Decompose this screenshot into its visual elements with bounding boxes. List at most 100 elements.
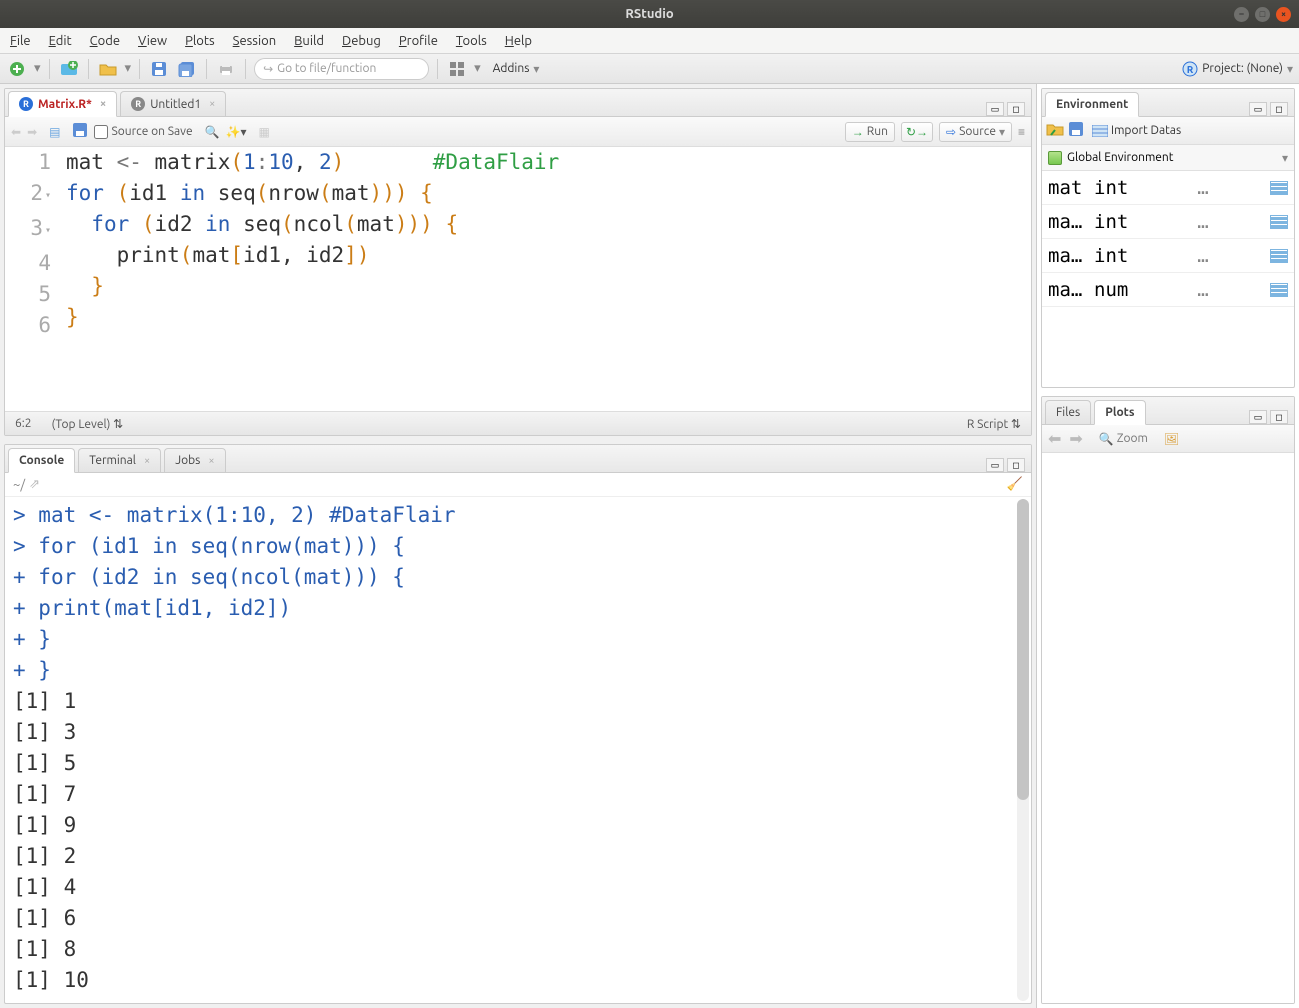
rerun-button[interactable]: ↻→	[901, 122, 933, 142]
close-tab-icon[interactable]: ×	[209, 98, 215, 110]
tab-plots[interactable]: Plots	[1094, 400, 1145, 425]
export-plot-icon[interactable]: 🖼	[1164, 432, 1179, 446]
goto-placeholder: Go to file/function	[277, 62, 376, 75]
search-icon[interactable]: 🔍	[205, 125, 220, 139]
cursor-position: 6:2	[15, 417, 32, 430]
tab-environment[interactable]: Environment	[1045, 92, 1139, 117]
window-controls: – □ ×	[1234, 7, 1291, 22]
next-plot-icon[interactable]: ➡	[1069, 429, 1082, 448]
tab-untitled1[interactable]: R Untitled1 ×	[120, 91, 226, 116]
run-button[interactable]: →Run	[845, 122, 895, 142]
new-file-icon[interactable]	[6, 58, 28, 80]
save-icon[interactable]	[148, 58, 170, 80]
tab-matrix-r[interactable]: R Matrix.R* ×	[8, 91, 117, 117]
pane-minimize-icon[interactable]: ▭	[1249, 410, 1267, 424]
env-variable-row[interactable]: ma…num…	[1042, 273, 1294, 307]
menu-plots[interactable]: Plots	[185, 34, 215, 48]
tab-jobs[interactable]: Jobs×	[164, 448, 225, 472]
scrollbar[interactable]	[1017, 499, 1029, 1001]
menu-help[interactable]: Help	[505, 34, 532, 48]
menu-code[interactable]: Code	[90, 34, 120, 48]
minimize-icon[interactable]: –	[1234, 7, 1249, 22]
close-tab-icon[interactable]: ×	[208, 455, 214, 467]
titlebar: RStudio – □ ×	[0, 0, 1299, 28]
pane-maximize-icon[interactable]: ◻	[1270, 410, 1288, 424]
chevron-down-icon[interactable]: ▾	[34, 61, 41, 76]
close-tab-icon[interactable]: ×	[100, 98, 106, 110]
maximize-icon[interactable]: □	[1255, 7, 1270, 22]
zoom-button[interactable]: 🔍Zoom	[1099, 432, 1148, 446]
view-data-icon[interactable]	[1270, 215, 1288, 229]
project-menu[interactable]: R Project: (None) ▾	[1182, 61, 1293, 77]
console-output[interactable]: > mat <- matrix(1:10, 2) #DataFlair> for…	[5, 497, 1031, 1003]
view-data-icon[interactable]	[1270, 283, 1288, 297]
plots-toolbar: ⬅ ➡ 🔍Zoom 🖼	[1042, 425, 1294, 453]
env-toolbar: Import Datas	[1042, 117, 1294, 145]
prev-plot-icon[interactable]: ⬅	[1048, 429, 1061, 448]
new-project-icon[interactable]	[58, 58, 80, 80]
grid-icon[interactable]	[446, 58, 468, 80]
menu-build[interactable]: Build	[294, 34, 324, 48]
code-content[interactable]: mat <- matrix(1:10, 2) #DataFlair for (i…	[61, 147, 1031, 411]
close-icon[interactable]: ×	[1276, 7, 1291, 22]
goto-file-input[interactable]: ↪ Go to file/function	[254, 58, 429, 80]
r-file-icon: R	[131, 97, 145, 111]
wand-icon[interactable]: ✨▾	[226, 125, 247, 139]
pane-minimize-icon[interactable]: ▭	[1249, 102, 1267, 116]
code-editor[interactable]: 12▾3▾456 mat <- matrix(1:10, 2) #DataFla…	[5, 147, 1031, 411]
popout-icon[interactable]: ⇗	[29, 477, 40, 492]
show-in-new-window-icon[interactable]: ▤	[49, 125, 60, 139]
console-tabs: Console Terminal× Jobs× ▭ ◻	[5, 445, 1031, 473]
menu-debug[interactable]: Debug	[342, 34, 381, 48]
close-tab-icon[interactable]: ×	[144, 455, 150, 467]
chevron-down-icon[interactable]: ▾	[125, 61, 132, 76]
pane-minimize-icon[interactable]: ▭	[986, 102, 1004, 116]
chevron-down-icon[interactable]: ▾	[474, 61, 481, 76]
pane-maximize-icon[interactable]: ◻	[1007, 102, 1025, 116]
clear-console-icon[interactable]: 🧹	[1007, 477, 1023, 492]
menu-file[interactable]: File	[10, 34, 31, 48]
tab-files[interactable]: Files	[1045, 400, 1091, 424]
tab-label: Untitled1	[150, 98, 201, 111]
source-on-save-checkbox[interactable]: Source on Save	[94, 125, 192, 139]
menu-edit[interactable]: Edit	[49, 34, 72, 48]
pane-maximize-icon[interactable]: ◻	[1007, 458, 1025, 472]
import-dataset-button[interactable]: Import Datas	[1092, 124, 1181, 137]
env-tabs: Environment ▭ ◻	[1042, 89, 1294, 117]
menu-session[interactable]: Session	[233, 34, 276, 48]
back-icon[interactable]: ⬅	[11, 125, 21, 139]
scope-selector[interactable]: (Top Level) ⇅	[52, 417, 124, 431]
menu-tools[interactable]: Tools	[456, 34, 487, 48]
addins-menu[interactable]: Addins ▾	[487, 62, 546, 76]
pane-minimize-icon[interactable]: ▭	[986, 458, 1004, 472]
file-type-selector[interactable]: R Script ⇅	[967, 417, 1021, 431]
outline-icon[interactable]: ≡	[1018, 125, 1025, 139]
menu-profile[interactable]: Profile	[399, 34, 438, 48]
open-file-icon[interactable]	[97, 58, 119, 80]
environment-pane: Environment ▭ ◻ Import Datas Global Envi…	[1041, 88, 1295, 388]
print-icon[interactable]	[215, 58, 237, 80]
save-all-icon[interactable]	[176, 58, 198, 80]
report-icon[interactable]: ▦	[259, 125, 270, 139]
pane-maximize-icon[interactable]: ◻	[1270, 102, 1288, 116]
goto-arrow-icon: ↪	[263, 62, 273, 76]
env-scope-selector[interactable]: Global Environment ▾	[1042, 145, 1294, 171]
tab-console[interactable]: Console	[8, 448, 75, 473]
editor-statusbar: 6:2 (Top Level) ⇅ R Script ⇅	[5, 411, 1031, 435]
env-variable-row[interactable]: ma…int…	[1042, 205, 1294, 239]
menu-view[interactable]: View	[138, 34, 167, 48]
forward-icon[interactable]: ➡	[27, 125, 37, 139]
view-data-icon[interactable]	[1270, 181, 1288, 195]
console-path: ~/ ⇗ 🧹	[5, 473, 1031, 497]
source-button[interactable]: ⇨Source ▾	[939, 122, 1012, 142]
env-variable-row[interactable]: matint…	[1042, 171, 1294, 205]
view-data-icon[interactable]	[1270, 249, 1288, 263]
env-variable-list: matint…ma…int…ma…int…ma…num…	[1042, 171, 1294, 387]
save-workspace-icon[interactable]	[1068, 121, 1084, 140]
tab-terminal[interactable]: Terminal×	[78, 448, 161, 472]
save-icon[interactable]	[72, 122, 88, 141]
files-plots-pane: Files Plots ▭ ◻ ⬅ ➡ 🔍Zoom 🖼	[1041, 396, 1295, 1004]
source-pane: R Matrix.R* × R Untitled1 × ▭ ◻ ⬅ ➡ ▤	[4, 88, 1032, 436]
env-variable-row[interactable]: ma…int…	[1042, 239, 1294, 273]
load-workspace-icon[interactable]	[1046, 122, 1064, 139]
